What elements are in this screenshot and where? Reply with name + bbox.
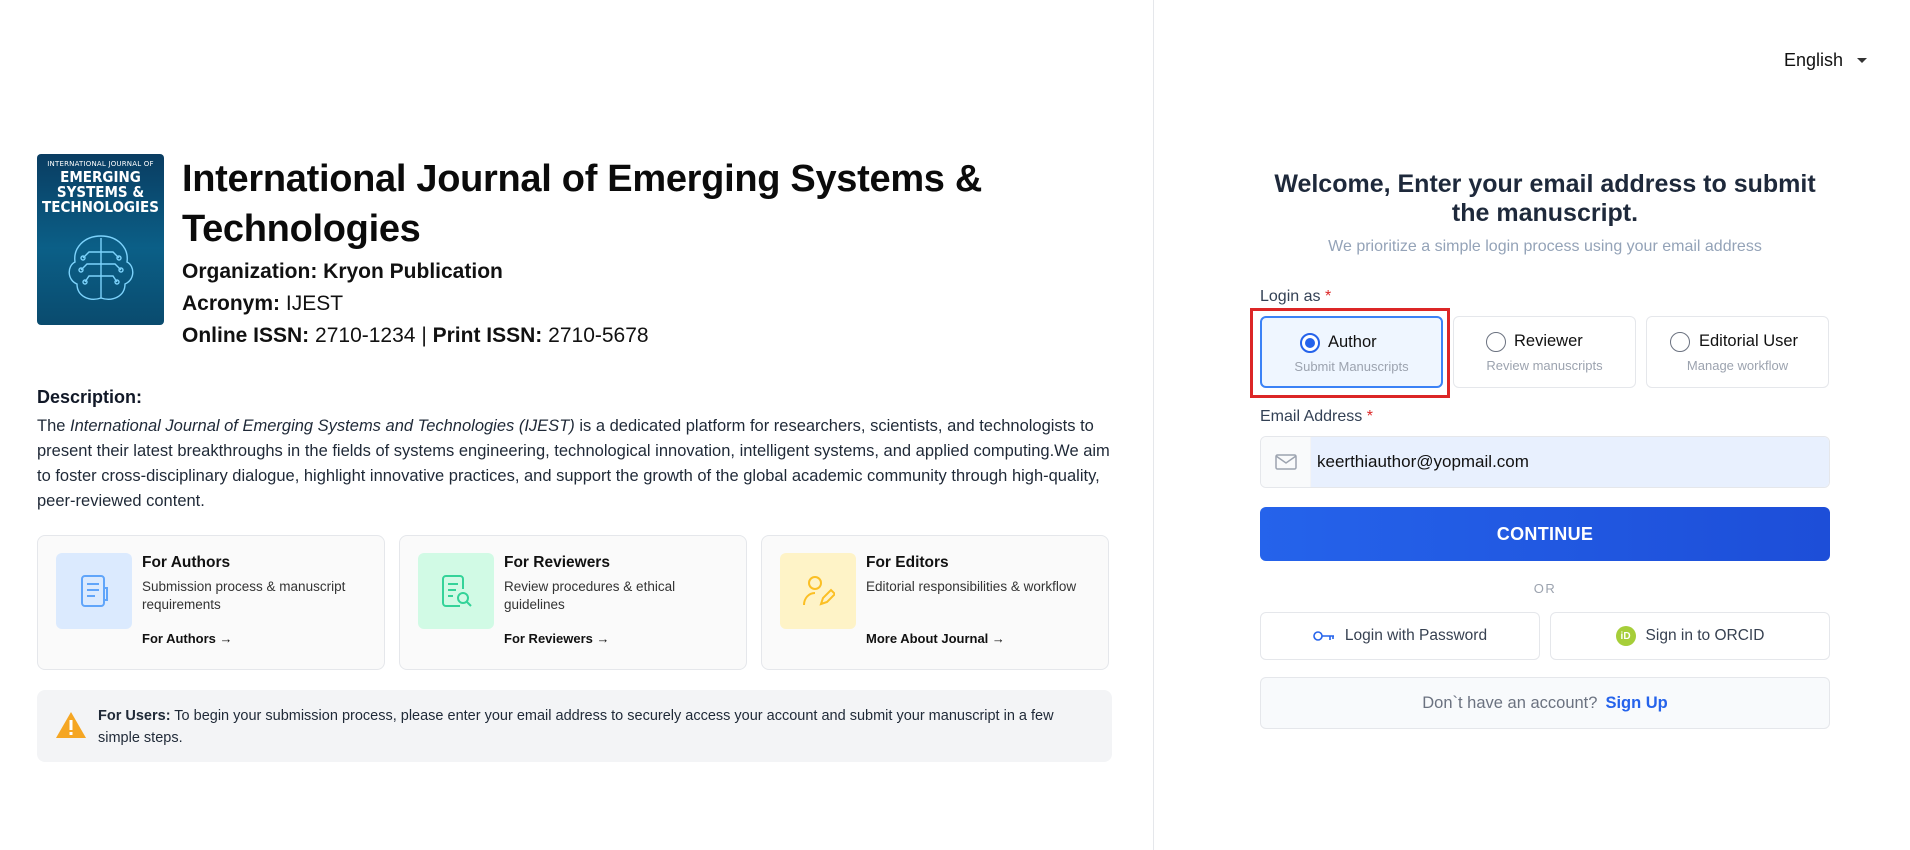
for-reviewers-link[interactable]: For Reviewers →: [504, 631, 610, 646]
chevron-down-icon: [1857, 58, 1867, 63]
for-authors-link[interactable]: For Authors →: [142, 631, 233, 646]
document-search-icon: [418, 553, 494, 629]
alternate-login-options: Login with Password iD Sign in to ORCID: [1260, 612, 1830, 660]
no-account-text: Don`t have an account?: [1422, 693, 1598, 712]
cover-title: EMERGING SYSTEMS & TECHNOLOGIES: [37, 170, 164, 215]
role-option-reviewer[interactable]: Reviewer Review manuscripts: [1453, 316, 1636, 388]
role-option-author[interactable]: Author Submit Manuscripts: [1260, 316, 1443, 388]
email-field[interactable]: [1311, 437, 1829, 487]
description-heading: Description:: [37, 387, 143, 407]
card-title: For Editors: [866, 554, 949, 571]
description-text: The International Journal of Emerging Sy…: [37, 414, 1112, 514]
or-divider: OR: [1533, 581, 1557, 596]
document-icon: [56, 553, 132, 629]
card-title: For Authors: [142, 554, 231, 571]
radio-selected-icon[interactable]: [1300, 333, 1320, 353]
envelope-icon: [1261, 437, 1311, 487]
radio-unselected-icon[interactable]: [1486, 332, 1506, 352]
description-prefix: The: [37, 417, 71, 435]
card-subtitle: Submission process & manuscript requirem…: [142, 579, 346, 612]
online-issn-label: Online ISSN:: [182, 324, 310, 347]
journal-meta: International Journal of Emerging System…: [182, 154, 1002, 348]
notice-label: For Users:: [98, 708, 171, 724]
card-subtitle: Review procedures & ethical guidelines: [504, 579, 676, 612]
notice-body: To begin your submission process, please…: [98, 708, 1054, 746]
role-sublabel: Submit Manuscripts: [1294, 359, 1409, 374]
role-sublabel: Review manuscripts: [1486, 358, 1603, 373]
cover-top-text: INTERNATIONAL JOURNAL OF: [47, 160, 154, 168]
login-with-password-button[interactable]: Login with Password: [1260, 612, 1540, 660]
card-for-editors: For Editors Editorial responsibilities &…: [761, 535, 1109, 670]
acronym-label: Acronym:: [182, 292, 281, 315]
brain-circuit-icon: [68, 235, 134, 300]
language-selector[interactable]: English: [1784, 50, 1867, 71]
continue-button[interactable]: CONTINUE: [1260, 507, 1830, 561]
organization: Organization: Kryon Publication: [182, 260, 503, 283]
card-for-reviewers: For Reviewers Review procedures & ethica…: [399, 535, 747, 670]
radio-unselected-icon[interactable]: [1670, 332, 1690, 352]
online-issn-value: 2710-1234: [315, 324, 416, 347]
email-label: Email Address *: [1260, 408, 1830, 426]
role-option-editorial-user[interactable]: Editorial User Manage workflow: [1646, 316, 1829, 388]
journal-info-pane: INTERNATIONAL JOURNAL OF EMERGING SYSTEM…: [0, 0, 1154, 850]
login-pane: English Welcome, Enter your email addres…: [1155, 0, 1910, 850]
issn-line: Online ISSN: 2710-1234 | Print ISSN: 271…: [182, 324, 1002, 348]
description-section: Description: The International Journal o…: [37, 387, 1112, 514]
login-with-password-label: Login with Password: [1344, 627, 1488, 644]
info-cards: For Authors Submission process & manuscr…: [37, 535, 1109, 670]
role-label: Reviewer: [1514, 332, 1583, 350]
issn-separator: |: [421, 324, 427, 347]
acronym-value: IJEST: [285, 292, 344, 315]
login-as-text: Login as: [1260, 288, 1321, 305]
cover-line-3: TECHNOLOGIES: [42, 198, 159, 216]
email-field-wrapper: [1260, 436, 1830, 488]
card-title: For Reviewers: [504, 554, 610, 571]
print-issn-value: 2710-5678: [548, 324, 649, 347]
welcome-subtitle: We prioritize a simple login process usi…: [1328, 238, 1762, 255]
role-label: Editorial User: [1699, 332, 1799, 350]
user-edit-icon: [780, 553, 856, 629]
description-journal-name: International Journal of Emerging System…: [70, 417, 575, 435]
role-label: Author: [1328, 333, 1377, 351]
orcid-signin-label: Sign in to ORCID: [1645, 627, 1765, 644]
notice-text: For Users: To begin your submission proc…: [98, 705, 1098, 749]
login-form: Welcome, Enter your email address to sub…: [1250, 170, 1830, 729]
journal-header: INTERNATIONAL JOURNAL OF EMERGING SYSTEM…: [37, 154, 1002, 348]
card-subtitle: Editorial responsibilities & workflow: [866, 579, 1077, 594]
user-notice: For Users: To begin your submission proc…: [37, 690, 1112, 762]
login-as-label: Login as *: [1260, 288, 1830, 306]
card-for-authors: For Authors Submission process & manuscr…: [37, 535, 385, 670]
role-sublabel: Manage workflow: [1686, 358, 1789, 373]
journal-cover-image: INTERNATIONAL JOURNAL OF EMERGING SYSTEM…: [37, 154, 164, 325]
orcid-signin-button[interactable]: iD Sign in to ORCID: [1550, 612, 1830, 660]
sign-up-link[interactable]: Sign Up: [1605, 694, 1667, 713]
required-mark: *: [1366, 408, 1373, 425]
key-icon: [1313, 631, 1334, 641]
required-mark: *: [1324, 288, 1332, 305]
signup-prompt: Don`t have an account? Sign Up: [1260, 677, 1830, 729]
email-label-text: Email Address: [1260, 408, 1363, 425]
role-selector: Author Submit Manuscripts Reviewer Revie…: [1250, 308, 1830, 398]
print-issn-label: Print ISSN:: [432, 324, 543, 347]
acronym-line: Acronym: IJEST: [182, 292, 1002, 316]
more-about-journal-link[interactable]: More About Journal →: [866, 631, 1005, 646]
orcid-icon: iD: [1615, 626, 1636, 646]
warning-icon: [56, 712, 86, 738]
language-label: English: [1783, 50, 1843, 70]
journal-title: International Journal of Emerging System…: [182, 158, 983, 250]
welcome-heading: Welcome, Enter your email address to sub…: [1274, 170, 1816, 227]
